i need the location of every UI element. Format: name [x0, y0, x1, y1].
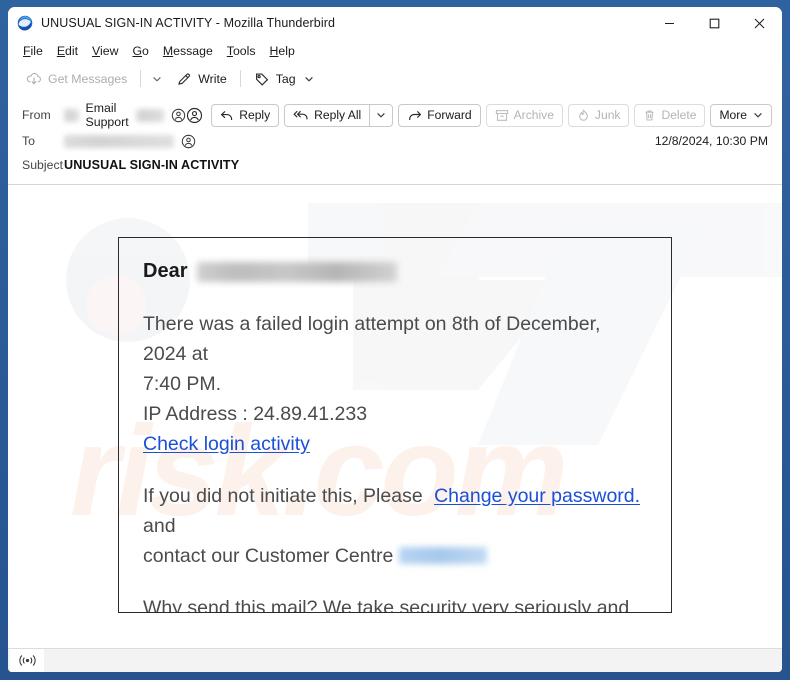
message-datetime: 12/8/2024, 10:30 PM: [654, 134, 768, 148]
paragraph-2-prefix: If you did not initiate this, Please: [143, 485, 423, 507]
tag-label: Tag: [275, 71, 296, 86]
forward-arrow-icon: [407, 109, 422, 122]
menu-help[interactable]: Help: [263, 42, 302, 60]
subject-value: UNUSUAL SIGN-IN ACTIVITY: [64, 158, 774, 172]
maximize-icon[interactable]: [692, 7, 737, 39]
menu-go[interactable]: Go: [125, 42, 155, 60]
write-button[interactable]: Write: [169, 67, 233, 91]
tag-icon: [254, 71, 270, 87]
reply-label: Reply: [239, 108, 271, 122]
email-greeting: Dear: [143, 260, 647, 283]
window-body: UNUSUAL SIGN-IN ACTIVITY - Mozilla Thund…: [8, 7, 782, 672]
to-redacted-address: [64, 134, 174, 148]
write-label: Write: [198, 71, 227, 86]
greeting-word: Dear: [143, 260, 188, 282]
paragraph-2-suffix: and: [143, 515, 176, 537]
menu-file[interactable]: File: [16, 42, 50, 60]
more-label: More: [719, 108, 747, 122]
menubar: File Edit View Go Message Tools Help: [8, 39, 782, 62]
reply-all-chevron-down-icon[interactable]: [369, 103, 394, 127]
toolbar-separator-2: [239, 70, 241, 87]
to-label: To: [22, 134, 35, 148]
reply-all-split-button: Reply All: [284, 103, 394, 127]
login-attempt-line-1: There was a failed login attempt on 8th …: [143, 313, 601, 365]
reply-arrow-icon: [220, 109, 234, 122]
login-attempt-line-2: 7:40 PM.: [143, 373, 222, 395]
titlebar: UNUSUAL SIGN-IN ACTIVITY - Mozilla Thund…: [8, 7, 782, 39]
from-label: From: [22, 108, 51, 122]
from-redacted-address: [135, 108, 165, 122]
change-password-link[interactable]: Change your password.: [434, 485, 640, 507]
reply-all-button[interactable]: Reply All: [284, 103, 370, 127]
get-messages-label: Get Messages: [48, 71, 128, 86]
contact-circle-icon[interactable]: [171, 108, 186, 123]
tag-button[interactable]: Tag: [247, 67, 321, 91]
cloud-download-icon: [26, 71, 42, 87]
paragraph-3-line-1: Why send this mail? We take security ver…: [143, 597, 630, 613]
from-sender-name[interactable]: Email Support: [86, 101, 129, 129]
get-messages-chevron-down-icon[interactable]: [147, 70, 167, 88]
broadcast-activity-icon[interactable]: [10, 649, 44, 672]
paragraph-2-line-2: contact our Customer Centre: [143, 545, 394, 567]
email-paragraph-2: If you did not initiate this, Please Cha…: [143, 481, 647, 571]
thunderbird-window: UNUSUAL SIGN-IN ACTIVITY - Mozilla Thund…: [0, 0, 790, 680]
reply-all-label: Reply All: [314, 108, 362, 122]
delete-label: Delete: [661, 108, 697, 122]
reply-all-arrow-icon: [293, 109, 309, 122]
to-value: [64, 134, 655, 149]
message-body: risk.com Dear There was a failed login a…: [8, 185, 782, 648]
subject-row: Subject UNUSUAL SIGN-IN ACTIVITY: [16, 153, 774, 177]
subject-label: Subject: [22, 158, 64, 172]
pencil-icon: [176, 71, 192, 87]
trash-icon: [643, 109, 656, 122]
from-row: From Email Support Reply Reply All Forwa…: [16, 101, 774, 129]
menu-edit[interactable]: Edit: [50, 42, 85, 60]
to-contact-circle-icon[interactable]: [181, 134, 196, 149]
archive-label: Archive: [513, 108, 554, 122]
archive-box-icon: [495, 109, 509, 122]
window-controls: [647, 7, 782, 39]
forward-button[interactable]: Forward: [398, 103, 481, 127]
main-toolbar: Get Messages Write Tag: [8, 62, 782, 95]
window-title: UNUSUAL SIGN-IN ACTIVITY - Mozilla Thund…: [41, 16, 336, 30]
more-chevron-down-icon: [753, 110, 763, 120]
archive-button[interactable]: Archive: [485, 103, 563, 127]
message-smart-icon[interactable]: [186, 107, 203, 124]
subject-text: UNUSUAL SIGN-IN ACTIVITY: [64, 158, 240, 172]
more-button[interactable]: More: [710, 103, 772, 127]
email-content-box: Dear There was a failed login attempt on…: [118, 237, 672, 613]
email-paragraph-1: There was a failed login attempt on 8th …: [143, 309, 647, 459]
customer-centre-redacted: [398, 547, 487, 564]
get-messages-button[interactable]: Get Messages: [19, 67, 134, 91]
close-icon[interactable]: [737, 7, 782, 39]
check-login-activity-link[interactable]: Check login activity: [143, 433, 310, 455]
junk-label: Junk: [594, 108, 621, 122]
greeting-name-redacted: [197, 261, 398, 282]
tag-chevron-down-icon: [304, 74, 314, 84]
menu-view[interactable]: View: [85, 42, 125, 60]
message-header: From Email Support Reply Reply All Forwa…: [8, 95, 782, 185]
message-action-buttons: Reply Reply All Forward Archive Junk Del…: [186, 103, 774, 127]
junk-button[interactable]: Junk: [567, 103, 630, 127]
menu-tools[interactable]: Tools: [220, 42, 263, 60]
reply-button[interactable]: Reply: [211, 103, 280, 127]
delete-button[interactable]: Delete: [634, 103, 706, 127]
from-redacted-prefix: [64, 108, 79, 122]
menu-message[interactable]: Message: [156, 42, 220, 60]
ip-address-line: IP Address : 24.89.41.233: [143, 403, 368, 425]
statusbar: [8, 648, 782, 672]
email-paragraph-3: Why send this mail? We take security ver…: [143, 593, 647, 613]
minimize-icon[interactable]: [647, 7, 692, 39]
to-row: To 12/8/2024, 10:30 PM: [16, 129, 774, 153]
from-value: Email Support: [64, 101, 186, 129]
junk-flame-icon: [577, 108, 590, 122]
toolbar-separator-1: [140, 70, 142, 87]
thunderbird-logo-icon: [17, 15, 33, 31]
forward-label: Forward: [427, 108, 472, 122]
